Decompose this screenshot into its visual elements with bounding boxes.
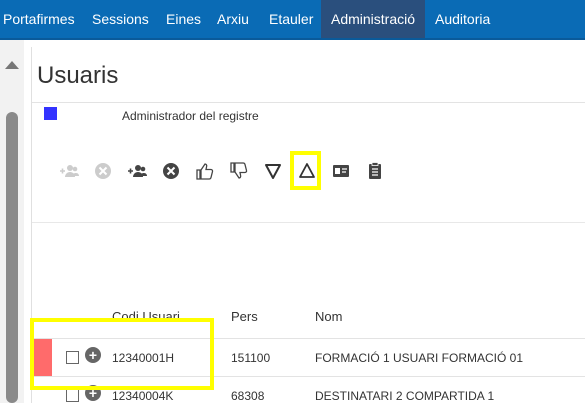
- nav-item-sessions[interactable]: Sessions: [92, 0, 149, 38]
- column-header-pers[interactable]: Pers: [231, 309, 258, 324]
- divider: [32, 102, 585, 103]
- add-users-disabled-icon: [58, 160, 80, 182]
- highlight-box-first-row: [30, 318, 214, 390]
- column-header-nom[interactable]: Nom: [315, 309, 342, 324]
- page-title: Usuaris: [37, 62, 119, 89]
- cell-nom: FORMACIÓ 1 USUARI FORMACIÓ 01: [315, 351, 524, 365]
- highlight-box-triangle-up: [290, 151, 321, 190]
- contact-card-icon[interactable]: [330, 160, 352, 182]
- scroll-up-icon[interactable]: [5, 61, 19, 69]
- nav-item-eines[interactable]: Eines: [166, 0, 201, 38]
- triangle-down-icon[interactable]: [262, 160, 284, 182]
- nav-item-auditoria[interactable]: Auditoria: [435, 0, 490, 38]
- clipboard-icon[interactable]: [364, 160, 386, 182]
- divider: [32, 222, 585, 223]
- legend-color-swatch: [44, 107, 57, 120]
- nav-item-etauler[interactable]: Etauler: [269, 0, 313, 38]
- add-users-icon[interactable]: [126, 160, 148, 182]
- cell-codi-usuari: 12340004K: [112, 389, 174, 403]
- scrollbar-thumb[interactable]: [6, 112, 18, 403]
- cell-pers: 151100: [231, 351, 271, 365]
- remove-disabled-icon: [92, 160, 114, 182]
- thumbs-down-icon[interactable]: [228, 160, 250, 182]
- legend-label: Administrador del registre: [122, 109, 259, 123]
- cell-nom: DESTINATARI 2 COMPARTIDA 1: [315, 389, 495, 403]
- top-nav: Portafirmes Sessions Eines Arxiu Etauler…: [0, 0, 585, 40]
- nav-item-administracio[interactable]: Administració: [321, 0, 426, 38]
- nav-item-portafirmes[interactable]: Portafirmes: [3, 0, 75, 38]
- remove-icon[interactable]: [160, 160, 182, 182]
- row-checkbox[interactable]: [66, 389, 79, 402]
- cell-pers: 68308: [231, 389, 265, 403]
- thumbs-up-icon[interactable]: [194, 160, 216, 182]
- nav-item-arxiu[interactable]: Arxiu: [217, 0, 249, 38]
